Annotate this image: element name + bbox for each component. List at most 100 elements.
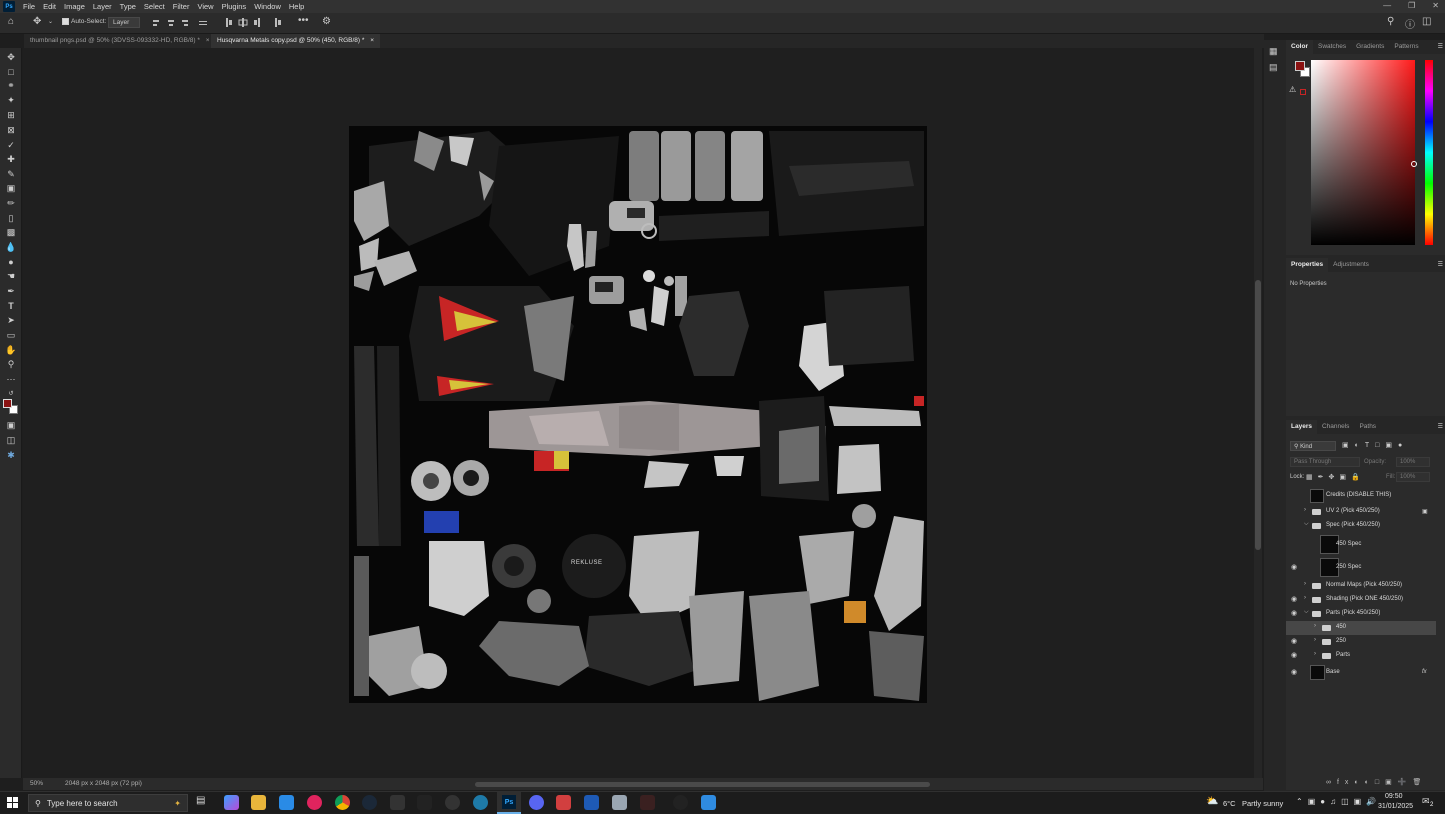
horizontal-scroll-thumb[interactable]	[475, 782, 930, 787]
restore-icon[interactable]: ❐	[1408, 1, 1415, 10]
history-brush-tool-icon[interactable]: ✏	[5, 198, 17, 209]
close-tab-icon[interactable]: ×	[206, 37, 210, 44]
edit-toolbar-icon[interactable]: ⋯	[5, 374, 17, 385]
visibility-eye-icon[interactable]: ◉	[1291, 637, 1300, 645]
clone-stamp-tool-icon[interactable]: ▣	[5, 183, 17, 194]
color-panel-foreground-swatch[interactable]	[1295, 61, 1305, 71]
chevron-down-icon[interactable]: ⌵	[1304, 521, 1309, 528]
windows-start-icon[interactable]	[7, 797, 19, 809]
file-explorer-icon[interactable]	[251, 795, 266, 810]
layer-row[interactable]: ◉ › Shading (Pick ONE 450/250)	[1286, 593, 1436, 607]
menu-image[interactable]: Image	[64, 2, 85, 11]
hue-slider[interactable]	[1425, 60, 1433, 245]
media-player-icon[interactable]	[307, 795, 322, 810]
clock-date[interactable]: 31/01/2025	[1378, 803, 1413, 810]
search-icon[interactable]: ⚲	[1387, 16, 1394, 27]
panel-menu-icon[interactable]: ☰	[1438, 423, 1443, 430]
type-tool-icon[interactable]: T	[5, 300, 17, 311]
photoshop-taskbar-active[interactable]: Ps	[497, 792, 521, 814]
color-picker-cursor[interactable]	[1411, 161, 1417, 167]
web-safe-swatch[interactable]	[1300, 89, 1306, 95]
blur-tool-icon[interactable]: 💧	[5, 242, 17, 253]
menu-select[interactable]: Select	[144, 2, 165, 11]
tab-husqvarna-metals[interactable]: Husqvarna Metals copy.psd @ 50% (450, RG…	[211, 34, 380, 48]
tab-paths[interactable]: Paths	[1354, 420, 1381, 434]
marquee-tool-icon[interactable]: □	[5, 66, 17, 77]
screen-mode-icon[interactable]: ◫	[5, 435, 17, 446]
eyedropper-tool-icon[interactable]: ✓	[5, 140, 17, 151]
smudge-tool-icon[interactable]: ☚	[5, 271, 17, 282]
chrome-icon[interactable]	[335, 795, 350, 810]
fill-input[interactable]: 100%	[1396, 472, 1430, 482]
visibility-eye-icon[interactable]: ◉	[1291, 609, 1300, 617]
crop-tool-icon[interactable]: ⊞	[5, 110, 17, 121]
chevron-right-icon[interactable]: ›	[1314, 623, 1316, 629]
foreground-color-swatch[interactable]	[3, 399, 12, 408]
visibility-eye-icon[interactable]: ◉	[1291, 651, 1300, 659]
saturation-brightness-field[interactable]	[1311, 60, 1417, 245]
close-tab-icon[interactable]: ×	[370, 37, 374, 44]
vertical-scrollbar[interactable]	[1254, 48, 1262, 778]
chevron-down-icon[interactable]: ⌵	[1304, 609, 1309, 616]
browser-app-icon[interactable]	[473, 795, 488, 810]
notification-icon[interactable]: ✉	[1422, 796, 1430, 807]
clock-time[interactable]: 09:50	[1385, 793, 1403, 800]
menu-view[interactable]: View	[197, 2, 213, 11]
tab-patterns[interactable]: Patterns	[1389, 40, 1423, 54]
move-tool-icon[interactable]: ✥	[33, 16, 41, 27]
quick-mask-icon[interactable]: ▣	[5, 420, 17, 431]
chevron-right-icon[interactable]: ›	[1314, 651, 1316, 657]
steam-icon[interactable]	[362, 795, 377, 810]
eraser-tool-icon[interactable]: ▯	[5, 213, 17, 224]
tab-layers[interactable]: Layers	[1286, 420, 1317, 434]
menu-file[interactable]: File	[23, 2, 35, 11]
tool-preset-chevron-icon[interactable]: ⌄	[48, 18, 53, 25]
settings-gear-icon[interactable]: ⚙	[322, 16, 331, 27]
capcut-icon[interactable]	[417, 795, 432, 810]
document-canvas[interactable]: REKLUSE	[349, 126, 927, 703]
tab-properties[interactable]: Properties	[1286, 258, 1329, 272]
layer-row[interactable]: Credits (DISABLE THIS)	[1286, 487, 1436, 505]
vertical-scroll-thumb[interactable]	[1255, 280, 1261, 550]
layer-effects-badge[interactable]: fx	[1422, 669, 1427, 675]
app-icon[interactable]	[445, 795, 460, 810]
layer-row[interactable]: ◉ Base fx	[1286, 663, 1436, 682]
help-icon[interactable]: ⓘ	[1405, 16, 1415, 31]
auto-select-checkbox[interactable]	[62, 18, 69, 25]
lock-icons[interactable]: ▦✒✥▣🔒	[1306, 473, 1365, 481]
brush-tool-icon[interactable]: ✎	[5, 169, 17, 180]
menu-type[interactable]: Type	[120, 2, 136, 11]
menu-help[interactable]: Help	[289, 2, 304, 11]
tab-channels[interactable]: Channels	[1317, 420, 1354, 434]
tab-color[interactable]: Color	[1286, 40, 1313, 54]
discord-icon[interactable]	[529, 795, 544, 810]
taskbar-search-box[interactable]: ⚲ Type here to search ✦	[28, 794, 188, 812]
auto-select-target-dropdown[interactable]: Layer	[108, 17, 140, 28]
gamut-warning-icon[interactable]: ⚠	[1289, 85, 1296, 94]
notion-app-icon[interactable]	[673, 795, 688, 810]
epic-games-icon[interactable]	[390, 795, 405, 810]
task-view-icon[interactable]: ▤	[196, 795, 211, 810]
copilot-app-icon[interactable]	[224, 795, 239, 810]
panel-menu-icon[interactable]: ☰	[1438, 43, 1443, 50]
visibility-eye-icon[interactable]: ◉	[1291, 668, 1300, 676]
menu-window[interactable]: Window	[254, 2, 281, 11]
opacity-input[interactable]: 100%	[1396, 457, 1430, 467]
more-options-icon[interactable]: •••	[298, 15, 309, 26]
tab-thumbnail-pngs[interactable]: thumbnail pngs.psd @ 50% (3DVSS-093332-H…	[24, 34, 216, 48]
move-tool-icon[interactable]: ✥	[5, 52, 17, 63]
panel-menu-icon[interactable]: ☰	[1438, 261, 1443, 268]
weather-icon[interactable]: ⛅	[1206, 796, 1218, 807]
gradient-tool-icon[interactable]: ▩	[5, 227, 17, 238]
layer-filter-kind-dropdown[interactable]: ⚲ Kind	[1290, 441, 1336, 451]
lasso-tool-icon[interactable]: ⚭	[5, 80, 17, 91]
photos-app-icon[interactable]	[701, 795, 716, 810]
history-panel-icon[interactable]: ▦	[1269, 46, 1278, 57]
rectangle-tool-icon[interactable]: ▭	[5, 330, 17, 341]
layer-row[interactable]: 450 Spec	[1286, 533, 1436, 556]
dodge-tool-icon[interactable]: ●	[5, 256, 17, 267]
swap-colors-icon[interactable]: ↺	[5, 388, 17, 399]
chevron-right-icon[interactable]: ›	[1304, 595, 1306, 601]
layer-row[interactable]: ⌵ Spec (Pick 450/250)	[1286, 519, 1436, 533]
layer-actions-bar[interactable]: ∞fx◐◐□▣➕🗑	[1326, 778, 1427, 786]
